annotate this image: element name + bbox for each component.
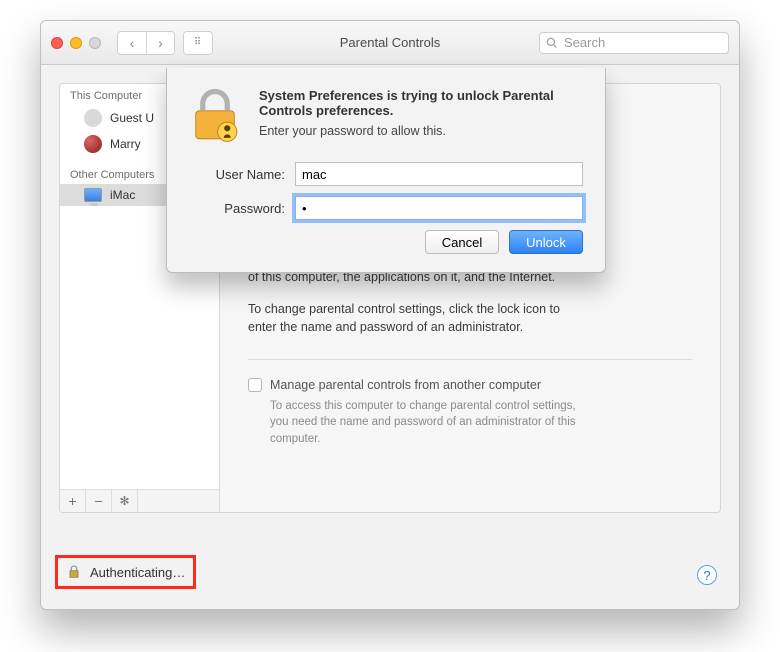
- back-button[interactable]: ‹: [118, 32, 146, 54]
- user-label: Guest U: [110, 111, 154, 125]
- manage-remote-label: Manage parental controls from another co…: [270, 376, 541, 394]
- manage-remote-checkbox-row[interactable]: Manage parental controls from another co…: [248, 376, 692, 394]
- sidebar-actions-button[interactable]: ✻: [112, 490, 138, 512]
- avatar-icon: [84, 109, 102, 127]
- zoom-window-button: [89, 37, 101, 49]
- minimize-window-button[interactable]: [70, 37, 82, 49]
- lock-status-text: Authenticating…: [90, 565, 185, 580]
- password-input[interactable]: [295, 196, 583, 220]
- lock-icon: [66, 564, 82, 580]
- search-field[interactable]: Search: [539, 32, 729, 54]
- user-label: Marry: [110, 137, 141, 151]
- imac-icon: [84, 188, 102, 202]
- search-placeholder: Search: [564, 35, 605, 50]
- auth-dialog: System Preferences is trying to unlock P…: [166, 68, 606, 273]
- titlebar: ‹ › ⠿ Parental Controls Search: [41, 21, 739, 65]
- search-icon: [546, 37, 558, 49]
- unlock-button[interactable]: Unlock: [509, 230, 583, 254]
- cancel-button[interactable]: Cancel: [425, 230, 499, 254]
- help-button[interactable]: ?: [697, 565, 717, 585]
- show-all-button[interactable]: ⠿: [183, 31, 213, 55]
- password-label: Password:: [187, 201, 295, 216]
- add-user-button[interactable]: +: [60, 490, 86, 512]
- lock-badge-icon: [187, 88, 243, 144]
- username-input[interactable]: [295, 162, 583, 186]
- dialog-title: System Preferences is trying to unlock P…: [259, 88, 583, 118]
- remove-user-button[interactable]: −: [86, 490, 112, 512]
- checkbox[interactable]: [248, 378, 262, 392]
- divider: [248, 359, 692, 360]
- close-window-button[interactable]: [51, 37, 63, 49]
- sidebar-footer: + − ✻: [60, 489, 219, 512]
- lock-status-row[interactable]: Authenticating…: [55, 555, 196, 589]
- nav-back-forward: ‹ ›: [117, 31, 175, 55]
- avatar-icon: [84, 135, 102, 153]
- forward-button[interactable]: ›: [146, 32, 174, 54]
- body-line-2: To change parental control settings, cli…: [248, 300, 588, 336]
- computer-label: iMac: [110, 188, 135, 202]
- auth-form: User Name: Password: Cancel Unlock: [187, 162, 583, 254]
- manage-remote-help: To access this computer to change parent…: [270, 398, 590, 448]
- grid-icon: ⠿: [184, 32, 212, 54]
- dialog-subtitle: Enter your password to allow this.: [259, 124, 583, 138]
- username-label: User Name:: [187, 167, 295, 182]
- traffic-lights: [51, 37, 101, 49]
